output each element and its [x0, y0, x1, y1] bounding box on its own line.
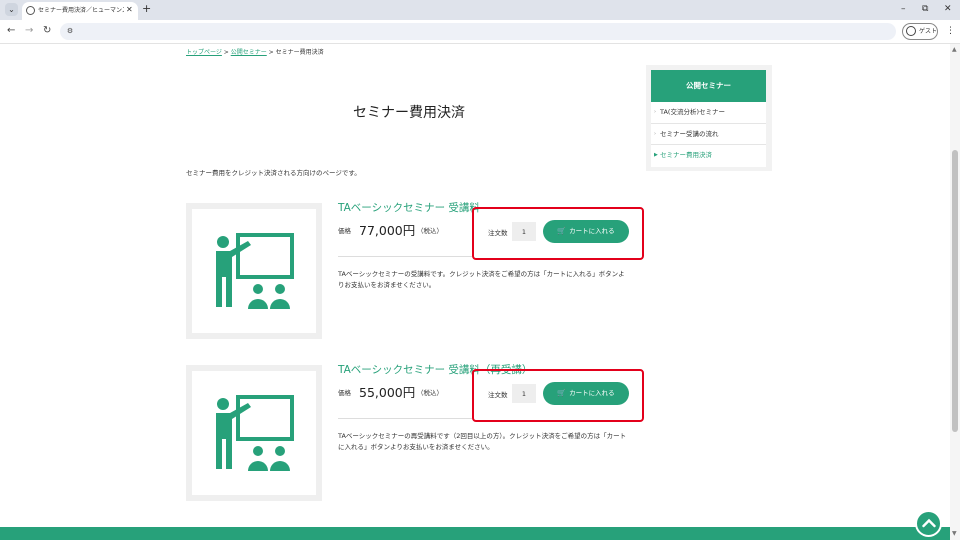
quantity-label: 注文数 — [488, 391, 508, 399]
window-close-button[interactable]: ✕ — [944, 3, 952, 15]
teacher-presentation-icon — [216, 233, 294, 309]
breadcrumb-current: セミナー費用決済 — [275, 49, 324, 56]
sidebar-item-label: TA(交流分析)セミナー — [660, 108, 725, 116]
minimize-button[interactable]: – — [901, 3, 906, 15]
chevron-up-icon — [922, 518, 936, 528]
address-bar[interactable]: ⚙ — [60, 23, 896, 40]
product-description: TAベーシックセミナーの受講料です。クレジット決済をご希望の方は「カートに入れる… — [338, 270, 625, 289]
product-description: TAベーシックセミナーの再受講料です（2回目以上の方）。クレジット決済をご希望の… — [338, 432, 627, 451]
product-card: TAベーシックセミナー 受講料（再受講） 価格 55,000円 （税込） 注文数… — [186, 364, 644, 501]
product-image — [186, 365, 322, 501]
reload-button[interactable]: ↻ — [43, 25, 51, 37]
tax-note: （税込） — [417, 227, 443, 235]
site-info-icon[interactable]: ⚙ — [64, 26, 76, 37]
page-scrollbar[interactable]: ▲ ▼ — [950, 44, 960, 540]
tab-title: セミナー費用決済／ヒューマンスキル — [38, 7, 124, 14]
product-price: 77,000円 — [359, 223, 416, 238]
scrollbar-thumb[interactable] — [952, 150, 958, 432]
price-label: 価格 — [338, 227, 351, 235]
sidebar-item-label: セミナー費用決済 — [660, 151, 712, 159]
footer-band — [0, 527, 950, 540]
sidebar-item-label: セミナー受講の流れ — [660, 129, 719, 138]
breadcrumb: トップページ > 公開セミナー > セミナー費用決済 — [186, 47, 324, 56]
back-to-top-button[interactable] — [915, 510, 942, 537]
scroll-up-icon[interactable]: ▲ — [952, 46, 957, 53]
sidebar-item-seminar-payment[interactable]: ▶ セミナー費用決済 — [651, 145, 766, 167]
page-content: トップページ > 公開セミナー > セミナー費用決済 セミナー費用決済 セミナー… — [0, 44, 950, 540]
tax-note: （税込） — [417, 389, 443, 397]
add-to-cart-button[interactable]: 🛒 カートに入れる — [543, 382, 629, 405]
add-to-cart-label: カートに入れる — [569, 227, 615, 235]
breadcrumb-separator: > — [221, 49, 231, 56]
sidebar: 公開セミナー › TA(交流分析)セミナー › セミナー受講の流れ ▶ セミナー費用決… — [646, 65, 772, 171]
add-to-cart-button[interactable]: 🛒 カートに入れる — [543, 220, 629, 243]
product-price: 55,000円 — [359, 385, 416, 400]
forward-button[interactable]: → — [25, 25, 33, 37]
product-name[interactable]: TAベーシックセミナー 受講料 — [338, 200, 480, 215]
price-label: 価格 — [338, 389, 351, 397]
divider — [338, 418, 472, 419]
sidebar-item-seminar-flow[interactable]: › セミナー受講の流れ — [651, 124, 766, 145]
guest-label: ゲスト — [919, 28, 938, 35]
breadcrumb-separator: > — [266, 49, 276, 56]
tab-search-button[interactable]: ⌄ — [5, 3, 18, 16]
cart-icon: 🛒 — [557, 227, 567, 235]
sidebar-title: 公開セミナー — [651, 70, 766, 102]
quantity-input[interactable] — [512, 222, 536, 241]
maximize-button[interactable]: ⧉ — [922, 3, 928, 15]
tab-close-icon[interactable]: ✕ — [126, 5, 133, 15]
divider — [338, 256, 472, 257]
breadcrumb-seminar-link[interactable]: 公開セミナー — [231, 49, 267, 56]
quantity-label: 注文数 — [488, 229, 508, 237]
product-image — [186, 203, 322, 339]
back-button[interactable]: ← — [7, 25, 15, 37]
quantity-input[interactable] — [512, 384, 536, 403]
add-to-cart-label: カートに入れる — [569, 389, 615, 397]
chevron-right-icon: › — [654, 130, 656, 137]
order-highlight-box: 注文数 🛒カートに入れる — [472, 207, 644, 260]
page-intro: セミナー費用をクレジット決済される方向けのページです。 — [186, 169, 361, 177]
globe-icon — [26, 6, 35, 15]
sidebar-item-ta-seminar[interactable]: › TA(交流分析)セミナー — [651, 102, 766, 124]
order-highlight-box: 注文数 🛒カートに入れる — [472, 369, 644, 422]
triangle-right-icon: ▶ — [654, 152, 658, 158]
browser-menu-icon[interactable]: ⋮ — [946, 25, 955, 37]
scroll-down-icon[interactable]: ▼ — [952, 530, 957, 537]
sidebar-menu: › TA(交流分析)セミナー › セミナー受講の流れ ▶ セミナー費用決済 — [651, 102, 766, 167]
profile-icon — [906, 26, 916, 36]
new-tab-button[interactable]: + — [142, 2, 151, 16]
breadcrumb-home-link[interactable]: トップページ — [186, 49, 222, 56]
guest-profile-button[interactable]: ゲスト — [902, 23, 938, 40]
browser-toolbar: ← → ↻ ⚙ ゲスト ⋮ — [0, 20, 960, 44]
cart-icon: 🛒 — [557, 389, 567, 397]
chevron-right-icon: › — [654, 109, 656, 115]
teacher-presentation-icon — [216, 395, 294, 471]
page-title: セミナー費用決済 — [353, 105, 465, 121]
browser-tab-bar: ⌄ セミナー費用決済／ヒューマンスキル ✕ + – ⧉ ✕ — [0, 0, 960, 20]
browser-tab-active[interactable]: セミナー費用決済／ヒューマンスキル ✕ — [22, 2, 138, 20]
product-card: TAベーシックセミナー 受講料 価格 77,000円 （税込） 注文数 🛒カート… — [186, 200, 644, 339]
